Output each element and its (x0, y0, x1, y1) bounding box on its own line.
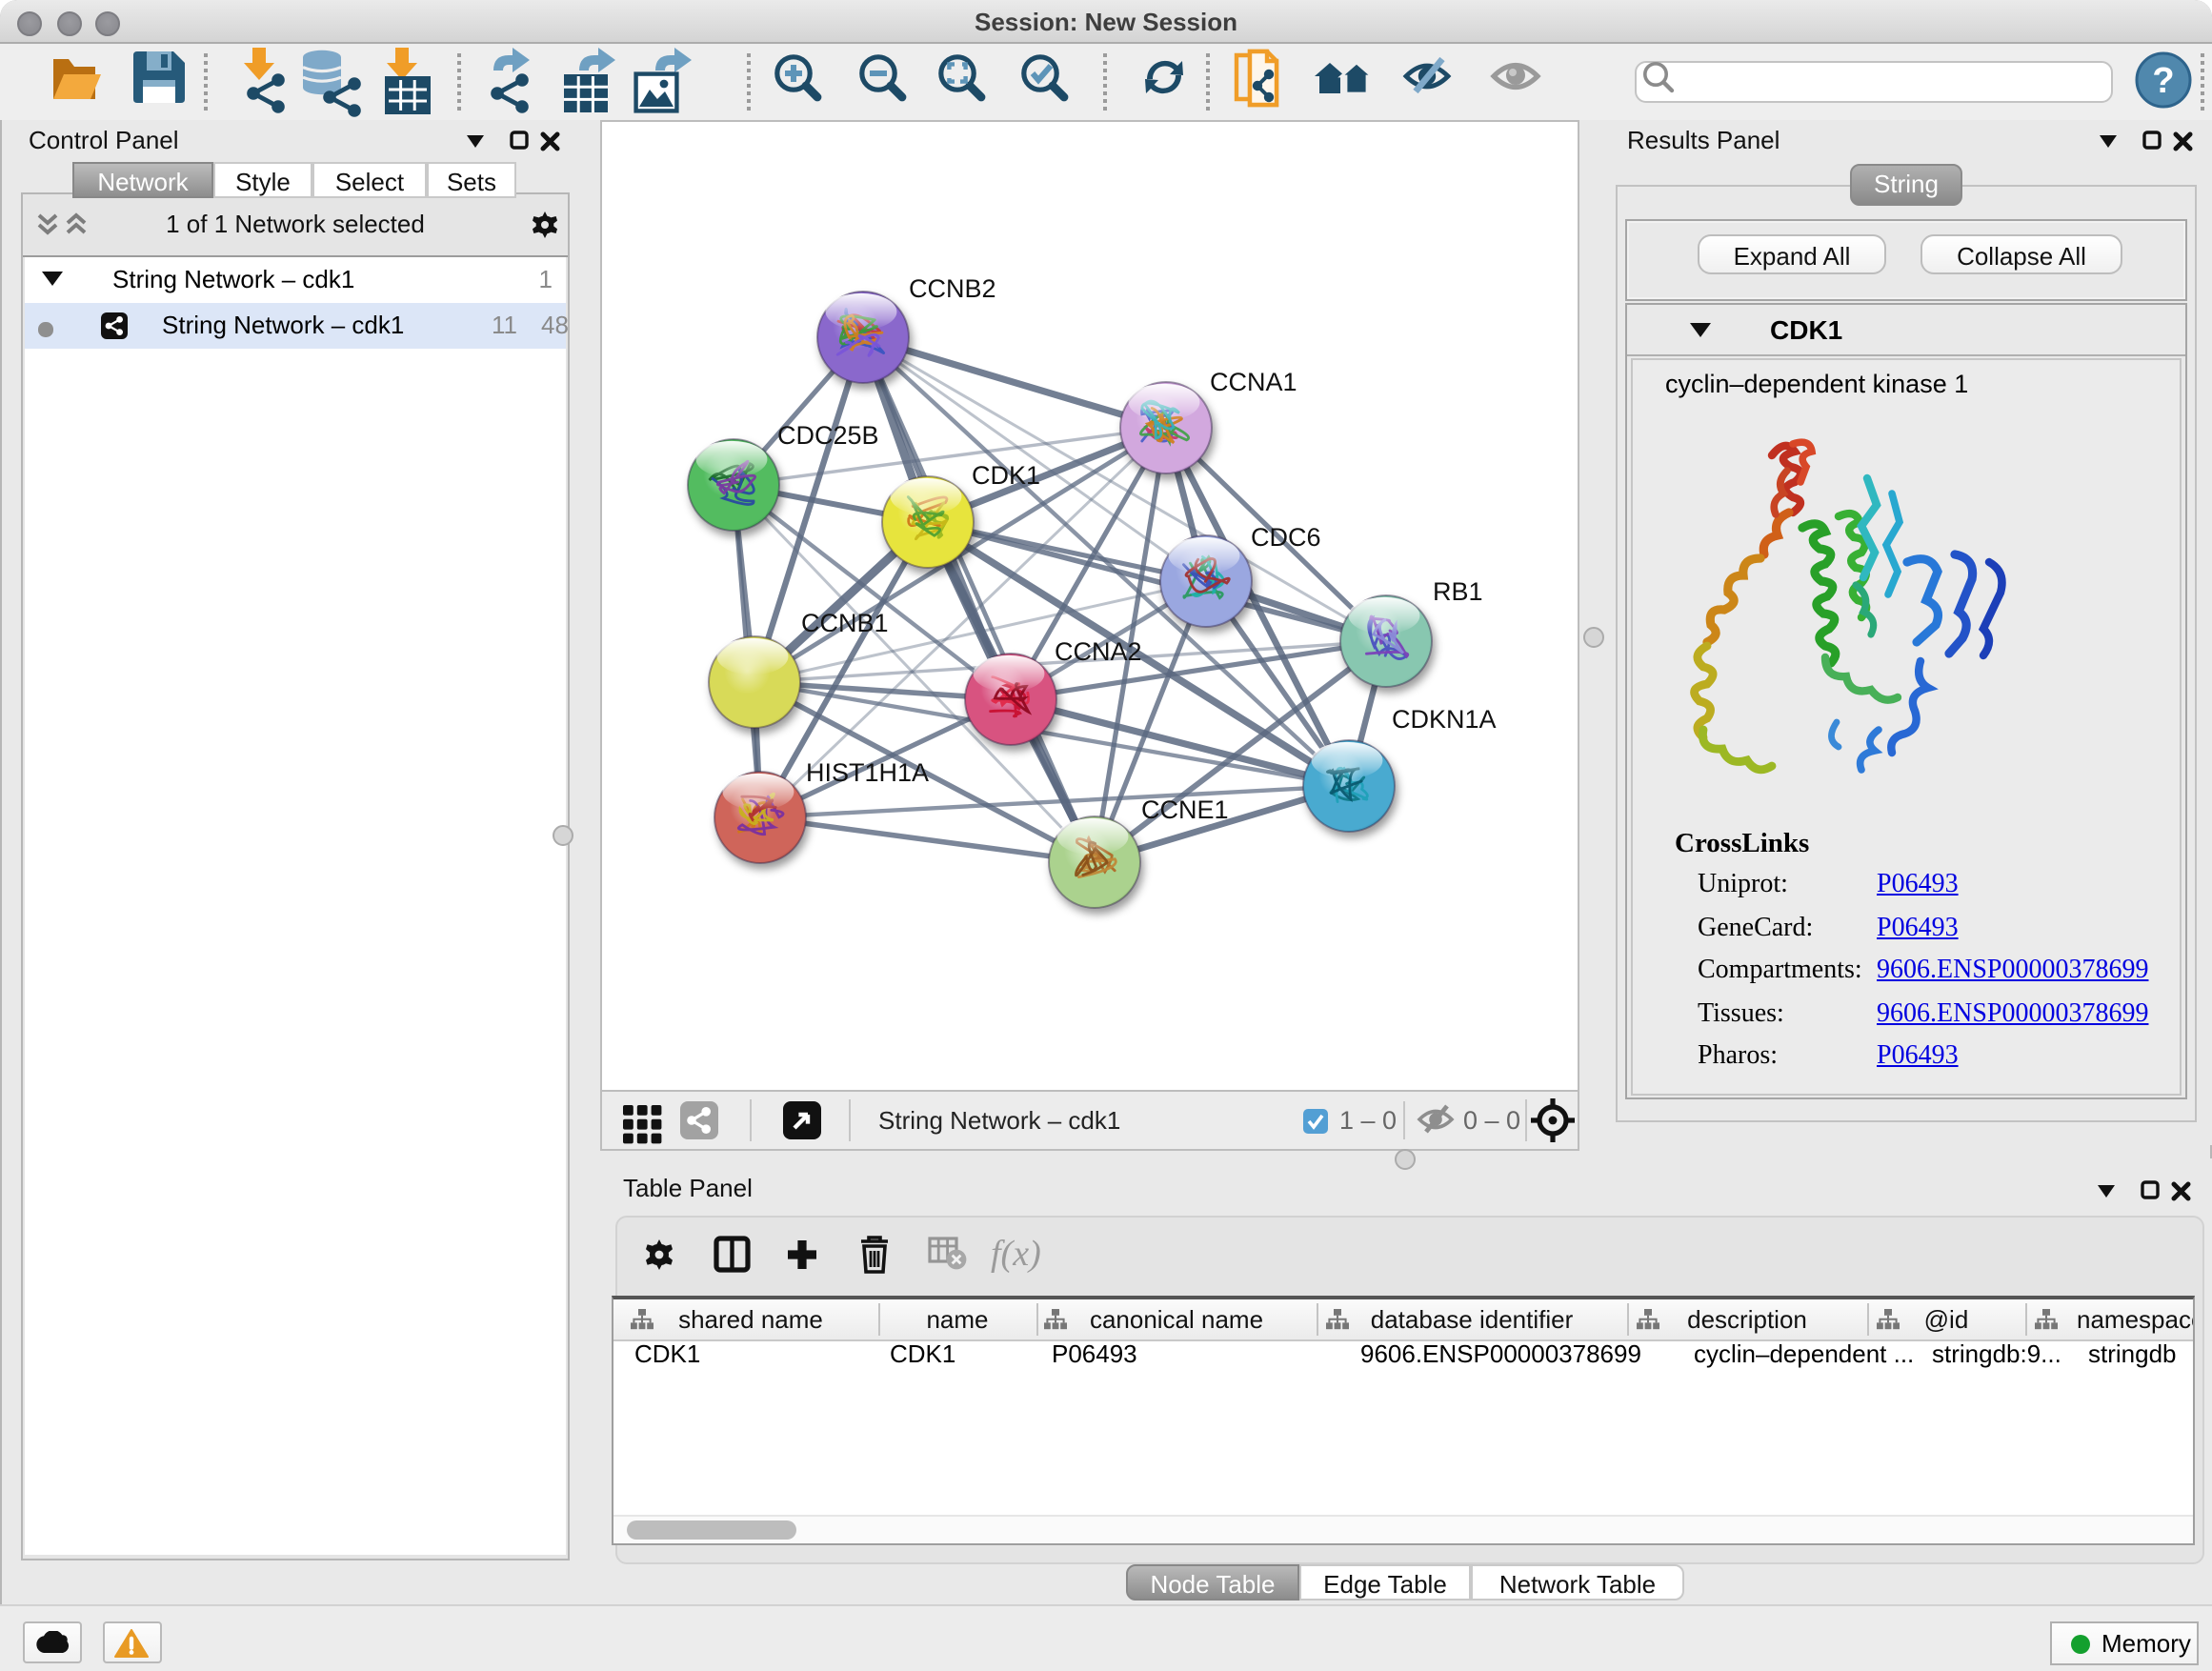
svg-text:String Network – cdk1: String Network – cdk1 (878, 1106, 1120, 1135)
svg-text:HIST1H1A: HIST1H1A (806, 758, 929, 787)
svg-text:?: ? (2152, 61, 2174, 101)
svg-text:CDC25B: CDC25B (777, 421, 879, 450)
svg-text:CCNB1: CCNB1 (801, 609, 889, 637)
svg-text:CDKN1A: CDKN1A (1392, 705, 1497, 734)
svg-text:CCNA1: CCNA1 (1210, 368, 1297, 396)
svg-text:f(x): f(x) (991, 1234, 1041, 1274)
svg-text:CDK1: CDK1 (972, 461, 1040, 490)
svg-text:0 – 0: 0 – 0 (1463, 1106, 1520, 1135)
svg-text:1 – 0: 1 – 0 (1339, 1106, 1397, 1135)
svg-text:CCNE1: CCNE1 (1141, 795, 1229, 824)
svg-text:CCNB2: CCNB2 (909, 274, 996, 303)
svg-text:RB1: RB1 (1433, 577, 1483, 606)
svg-text:CCNA2: CCNA2 (1055, 637, 1142, 666)
svg-text:CDC6: CDC6 (1251, 523, 1321, 552)
